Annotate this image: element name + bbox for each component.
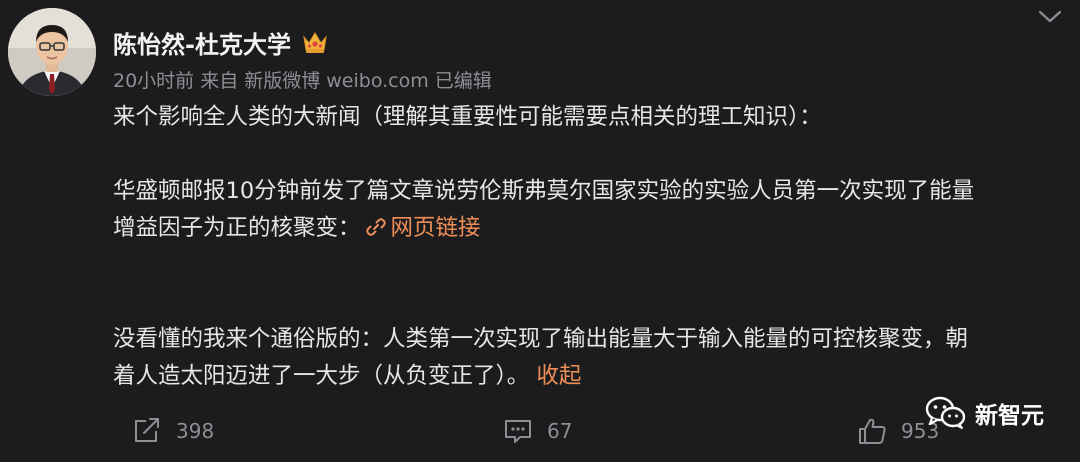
- weibo-post: 陈怡然-杜克大学 20小时前 来自 新版微博 weibo.com 已编辑 来个影…: [0, 0, 1080, 462]
- post-source: 来自 新版微博 weibo.com: [200, 70, 429, 92]
- watermark-text: 新智元: [975, 403, 1044, 429]
- author-name[interactable]: 陈怡然-杜克大学: [113, 25, 291, 60]
- content-line-5: 着人造太阳迈进了一大步（从负变正了）。 收起: [113, 358, 1063, 395]
- link-icon: [365, 213, 387, 236]
- content-line-3: 增益因子为正的核聚变： 网页链接: [113, 210, 1063, 247]
- crown-icon[interactable]: [301, 28, 329, 56]
- avatar-portrait-icon: [8, 8, 96, 96]
- comment-icon: [505, 420, 531, 443]
- web-link[interactable]: 网页链接: [361, 215, 481, 241]
- post-meta: 20小时前 来自 新版微博 weibo.com 已编辑: [113, 66, 492, 93]
- collapse-button[interactable]: 收起: [536, 363, 581, 389]
- author-row: 陈怡然-杜克大学: [113, 22, 329, 62]
- post-content: 来个影响全人类的大新闻（理解其重要性可能需要点相关的理工知识）： 华盛顿邮报10…: [113, 99, 1063, 395]
- comment-count: 67: [547, 419, 573, 443]
- edited-label[interactable]: 已编辑: [435, 66, 492, 93]
- content-line-2: 华盛顿邮报10分钟前发了篇文章说劳伦斯弗莫尔国家实验的实验人员第一次实现了能量: [113, 178, 975, 204]
- repost-icon: [135, 418, 159, 442]
- comment-button[interactable]: 67: [503, 412, 572, 450]
- content-line-5-text: 着人造太阳迈进了一大步（从负变正了）。: [113, 363, 530, 389]
- web-link-label: 网页链接: [390, 215, 481, 241]
- content-line-4: 没看懂的我来个通俗版的：人类第一次实现了输出能量大于输入能量的可控核聚变，朝: [113, 326, 969, 352]
- repost-button[interactable]: 398: [132, 412, 214, 450]
- content-line-1: 来个影响全人类的大新闻（理解其重要性可能需要点相关的理工知识）：: [113, 104, 822, 130]
- thumbs-up-icon: [859, 418, 886, 444]
- wechat-icon: [925, 396, 966, 429]
- watermark: 新智元: [925, 392, 1044, 434]
- post-time[interactable]: 20小时前: [113, 66, 194, 93]
- content-line-3-text: 增益因子为正的核聚变：: [113, 215, 361, 241]
- avatar[interactable]: [8, 8, 96, 96]
- repost-count: 398: [176, 419, 215, 443]
- chevron-down-icon[interactable]: [1034, 6, 1066, 28]
